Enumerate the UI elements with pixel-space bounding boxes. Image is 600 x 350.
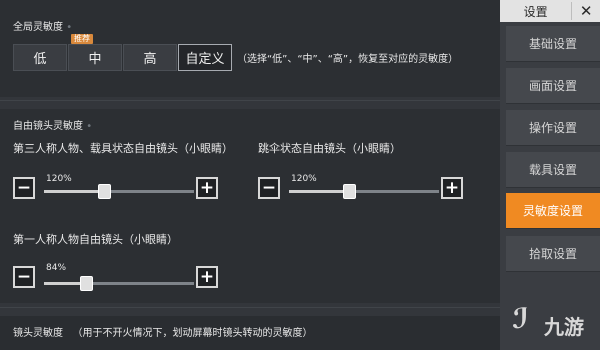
slider-label-third-person: 第三人称人物、载具状态自由镜头（小眼睛） [13,142,233,155]
slider-label-first-person: 第一人称人物自由镜头（小眼睛） [13,233,178,246]
slider-label-parachute: 跳伞状态自由镜头（小眼睛） [258,142,401,155]
sidebar-item-vehicle[interactable]: 载具设置 [506,152,600,188]
slider-thumb[interactable] [343,184,356,199]
minus-icon: − [16,177,32,198]
preset-hint: （选择“低”、“中”、“高”，恢复至对应的灵敏度） [237,54,459,65]
decrease-button-parachute[interactable]: − [258,177,280,199]
slider-thumb[interactable] [98,184,111,199]
sidebar-item-graphics[interactable]: 画面设置 [506,68,600,104]
preset-high-button[interactable]: 高 [123,44,177,71]
increase-button-parachute[interactable]: + [441,177,463,199]
plus-icon: + [199,266,215,287]
slider-third-person[interactable] [44,184,194,199]
recommended-badge: 推荐 [71,34,93,44]
preset-custom-button[interactable]: 自定义 [178,44,232,71]
preset-medium-button[interactable]: 推荐 中 [68,34,122,71]
plus-icon: + [444,177,460,198]
free-look-panel [0,109,500,303]
sidebar-item-controls[interactable]: 操作设置 [506,110,600,146]
slider-thumb[interactable] [80,276,93,291]
slider-parachute[interactable] [289,184,439,199]
slider-value-parachute: 120% [291,174,317,184]
divider [0,100,500,101]
slider-value-first-person: 84% [46,263,67,273]
global-sensitivity-title: 全局灵敏度 • [13,22,73,33]
slider-fill [289,190,349,193]
slider-first-person[interactable] [44,276,194,291]
settings-title: 设置 [523,4,548,19]
lens-sensitivity-title: 镜头灵敏度 （用于不开火情况下，划动屏幕时镜头转动的灵敏度） [13,328,313,339]
decrease-button-third-person[interactable]: − [13,177,35,199]
settings-header: 设置 ✕ [500,0,600,22]
lens-sensitivity-desc: （用于不开火情况下，划动屏幕时镜头转动的灵敏度） [72,328,313,339]
plus-icon: + [199,177,215,198]
free-look-title: 自由镜头灵敏度 • [13,121,93,132]
jiuyou-logo-icon: ℐ [512,302,529,335]
minus-icon: − [16,266,32,287]
divider [0,307,500,308]
sidebar-item-pickup[interactable]: 拾取设置 [506,236,600,272]
increase-button-first-person[interactable]: + [196,266,218,288]
slider-fill [44,190,104,193]
sidebar-item-sensitivity[interactable]: 灵敏度设置 [506,193,600,229]
sensitivity-preset-group: 低 推荐 中 高 自定义 [13,34,233,71]
watermark-text: 九游 [544,315,584,339]
increase-button-third-person[interactable]: + [196,177,218,199]
minus-icon: − [261,177,277,198]
decrease-button-first-person[interactable]: − [13,266,35,288]
slider-value-third-person: 120% [46,174,72,184]
close-icon[interactable]: ✕ [571,2,600,20]
sidebar-item-basic[interactable]: 基础设置 [506,26,600,62]
preset-low-button[interactable]: 低 [13,44,67,71]
